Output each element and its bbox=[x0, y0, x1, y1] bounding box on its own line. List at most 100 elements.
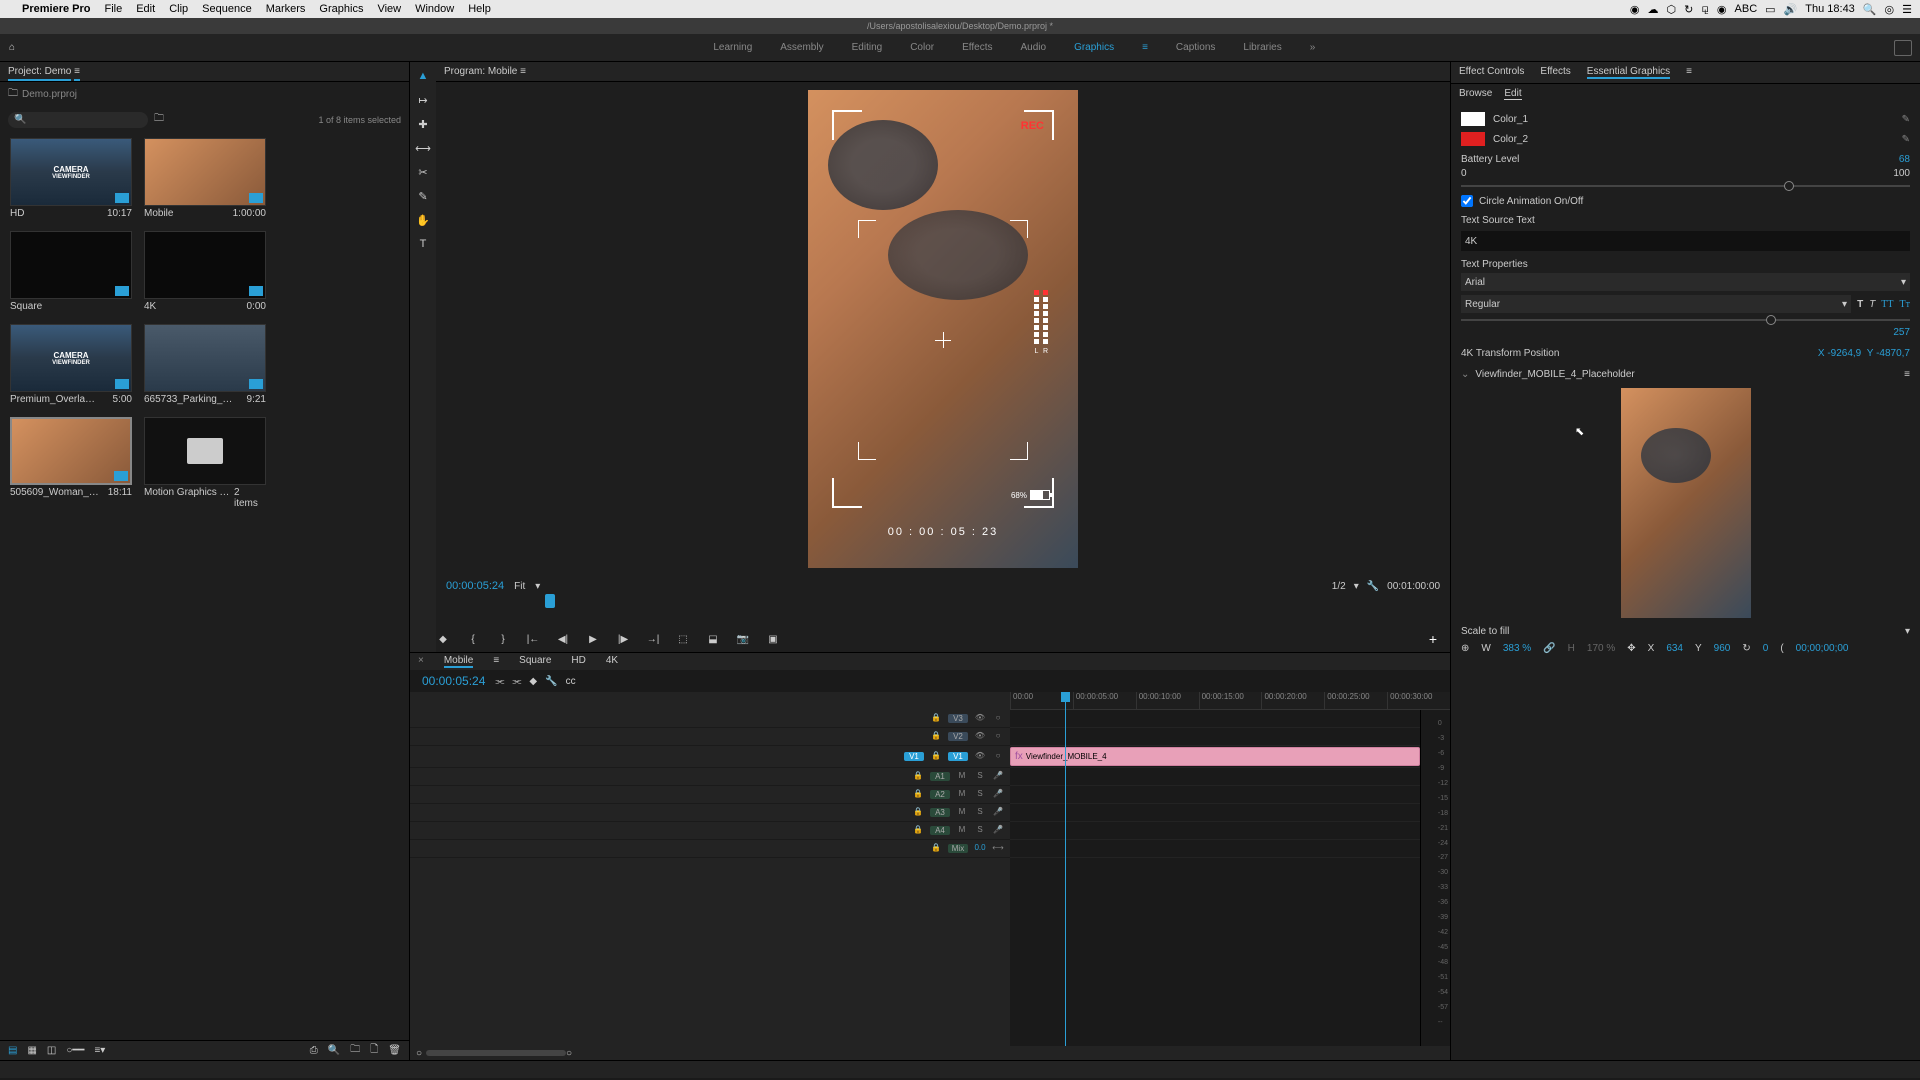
workspace-learning[interactable]: Learning bbox=[713, 42, 752, 53]
audio-lane[interactable] bbox=[1010, 786, 1420, 804]
lock-icon[interactable]: 🔒 bbox=[930, 713, 942, 725]
menu-view[interactable]: View bbox=[377, 3, 401, 15]
menu-clip[interactable]: Clip bbox=[169, 3, 188, 15]
home-button[interactable]: ⌂ bbox=[0, 42, 24, 53]
workspace-editing[interactable]: Editing bbox=[852, 42, 883, 53]
bin-item[interactable]: Square bbox=[10, 231, 132, 312]
tab-effect-controls[interactable]: Effect Controls bbox=[1459, 66, 1524, 79]
zoom-fit[interactable]: Fit bbox=[514, 581, 525, 592]
solo-button[interactable]: S bbox=[974, 807, 986, 819]
workspace-graphics[interactable]: Graphics bbox=[1074, 42, 1114, 53]
pos-y[interactable]: 960 bbox=[1714, 643, 1731, 654]
project-file-name[interactable]: Demo.prproj bbox=[22, 89, 77, 100]
zoom-slider-icon[interactable]: ○━━ bbox=[66, 1045, 84, 1056]
bin-thumbnail[interactable] bbox=[10, 231, 132, 299]
mute-button[interactable]: M bbox=[956, 771, 968, 783]
toggle-output-icon[interactable]: 👁 bbox=[974, 751, 986, 763]
xform-x[interactable]: -9264,9 bbox=[1827, 348, 1861, 359]
timeline-timecode[interactable]: 00:00:05:24 bbox=[422, 674, 485, 688]
mute-button[interactable]: M bbox=[956, 825, 968, 837]
timeline-clip[interactable]: fxViewfinder_MOBILE_4 bbox=[1010, 747, 1420, 766]
rotation-icon[interactable]: ↻ bbox=[1742, 643, 1750, 654]
share-button[interactable] bbox=[1894, 40, 1912, 56]
menu-sequence[interactable]: Sequence bbox=[202, 3, 252, 15]
razor-tool[interactable]: ✂ bbox=[415, 164, 431, 180]
status-cc-icon[interactable]: ◎ bbox=[1885, 3, 1895, 16]
voice-icon[interactable]: 🎤 bbox=[992, 825, 1004, 837]
ripple-tool[interactable]: ✚ bbox=[415, 116, 431, 132]
pos-x[interactable]: 634 bbox=[1666, 643, 1683, 654]
new-item-icon[interactable]: 🗋 bbox=[370, 1042, 378, 1059]
audio-lane[interactable] bbox=[1010, 840, 1420, 858]
voice-icon[interactable]: 🎤 bbox=[992, 771, 1004, 783]
bold-button[interactable]: T bbox=[1857, 299, 1863, 310]
status-time[interactable]: Thu 18:43 bbox=[1805, 3, 1855, 15]
timeline-tab-4k[interactable]: 4K bbox=[606, 655, 618, 668]
out-point-button[interactable]: } bbox=[496, 632, 510, 646]
bin-item[interactable]: Mobile1:00:00 bbox=[144, 138, 266, 219]
eyedropper-icon[interactable]: ✎ bbox=[1902, 134, 1910, 145]
project-panel-tab[interactable]: Project: Demo ≡ bbox=[0, 62, 409, 82]
expand-icon[interactable]: ⟷ bbox=[992, 843, 1004, 855]
lock-icon[interactable]: 🔒 bbox=[930, 751, 942, 763]
panel-menu-icon[interactable]: ≡ bbox=[520, 66, 526, 77]
workspace-effects[interactable]: Effects bbox=[962, 42, 992, 53]
toggle-output-icon[interactable]: 👁 bbox=[974, 713, 986, 725]
icon-view-icon[interactable]: ▦ bbox=[27, 1045, 36, 1056]
anchor-icon[interactable]: ⊕ bbox=[1461, 643, 1469, 654]
lock-icon[interactable]: 🔒 bbox=[912, 825, 924, 837]
step-forward-button[interactable]: |▶ bbox=[616, 632, 630, 646]
video-lane[interactable] bbox=[1010, 710, 1420, 728]
menu-help[interactable]: Help bbox=[468, 3, 491, 15]
lock-icon[interactable]: 🔒 bbox=[930, 731, 942, 743]
circle-checkbox[interactable] bbox=[1461, 195, 1473, 207]
audio-track-header[interactable]: 🔒Mix0.0⟷ bbox=[410, 840, 1010, 858]
export-frame-button[interactable]: 📷 bbox=[736, 632, 750, 646]
bin-thumbnail[interactable] bbox=[144, 138, 266, 206]
lock-icon[interactable]: 🔒 bbox=[912, 789, 924, 801]
video-track-header[interactable]: 🔒V3👁○ bbox=[410, 710, 1010, 728]
workspace-color[interactable]: Color bbox=[910, 42, 934, 53]
text-source-input[interactable] bbox=[1461, 231, 1910, 251]
audio-track-header[interactable]: 🔒A3MS🎤 bbox=[410, 804, 1010, 822]
settings-icon[interactable]: 🔧 bbox=[1367, 581, 1379, 592]
font-family-select[interactable]: Arial▾ bbox=[1461, 273, 1910, 291]
video-lane[interactable]: fxViewfinder_MOBILE_4 bbox=[1010, 746, 1420, 768]
status-battery-icon[interactable]: ▭ bbox=[1765, 3, 1775, 16]
timeline-playhead[interactable] bbox=[1065, 692, 1066, 1046]
freeform-view-icon[interactable]: ◫ bbox=[47, 1045, 56, 1056]
group-menu-icon[interactable]: ≡ bbox=[1904, 369, 1910, 380]
circle-animation-toggle[interactable]: Circle Animation On/Off bbox=[1461, 195, 1910, 207]
timeline-tab-hd[interactable]: HD bbox=[571, 655, 585, 668]
audio-track-header[interactable]: 🔒A2MS🎤 bbox=[410, 786, 1010, 804]
xform-y[interactable]: -4870,7 bbox=[1876, 348, 1910, 359]
menu-file[interactable]: File bbox=[104, 3, 122, 15]
status-menu-icon[interactable]: ☰ bbox=[1902, 3, 1912, 16]
scale-w[interactable]: 383 % bbox=[1503, 643, 1531, 654]
audio-track-header[interactable]: 🔒A4MS🎤 bbox=[410, 822, 1010, 840]
new-bin-icon[interactable]: 🗀 bbox=[154, 111, 164, 128]
menu-graphics[interactable]: Graphics bbox=[319, 3, 363, 15]
add-marker-button[interactable]: ◆ bbox=[436, 632, 450, 646]
comparison-button[interactable]: ▣ bbox=[766, 632, 780, 646]
status-search-icon[interactable]: 🔍 bbox=[1863, 3, 1877, 16]
rotation[interactable]: 0 bbox=[1763, 643, 1769, 654]
video-lane[interactable] bbox=[1010, 728, 1420, 746]
lift-button[interactable]: ⬚ bbox=[676, 632, 690, 646]
link-icon[interactable]: 🔗 bbox=[1543, 643, 1555, 654]
track-label[interactable]: A3 bbox=[930, 808, 950, 817]
extract-button[interactable]: ⬓ bbox=[706, 632, 720, 646]
menu-edit[interactable]: Edit bbox=[136, 3, 155, 15]
pen-tool[interactable]: ✎ bbox=[415, 188, 431, 204]
sync-lock-icon[interactable]: ○ bbox=[992, 713, 1004, 725]
panel-menu-icon[interactable]: ≡ bbox=[493, 655, 499, 668]
track-lanes[interactable]: fxViewfinder_MOBILE_4 bbox=[1010, 710, 1420, 1046]
placeholder-group[interactable]: ⌄ Viewfinder_MOBILE_4_Placeholder ≡ bbox=[1461, 369, 1910, 380]
go-to-in-button[interactable]: |← bbox=[526, 632, 540, 646]
toggle-output-icon[interactable]: 👁 bbox=[974, 731, 986, 743]
status-dropbox-icon[interactable]: ⬡ bbox=[1666, 3, 1676, 16]
status-wifi-icon[interactable]: ◉ bbox=[1717, 3, 1727, 16]
bin-thumbnail[interactable] bbox=[144, 231, 266, 299]
voice-icon[interactable]: 🎤 bbox=[992, 789, 1004, 801]
mute-button[interactable]: M bbox=[956, 807, 968, 819]
